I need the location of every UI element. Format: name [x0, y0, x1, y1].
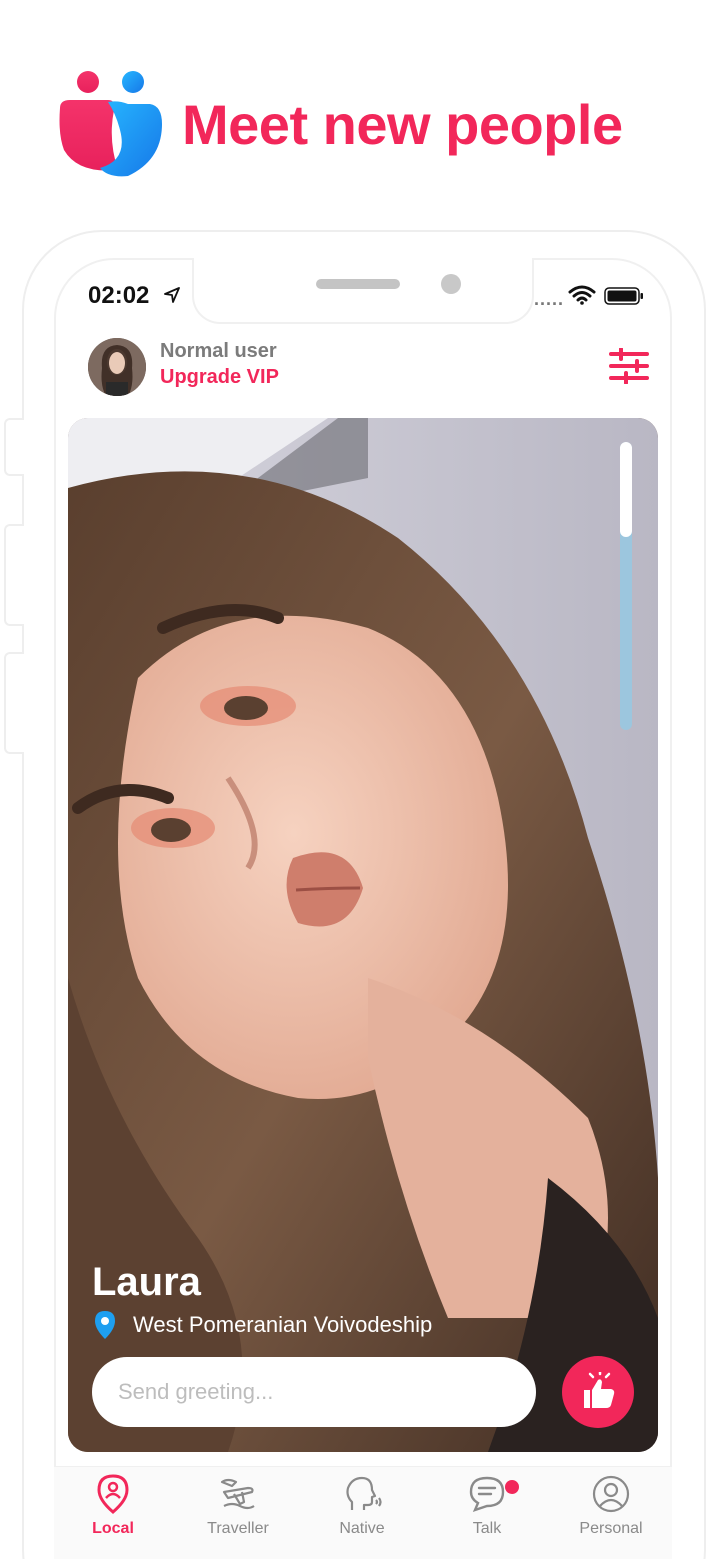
- tab-traveller[interactable]: Traveller: [188, 1474, 288, 1554]
- plane-icon: [220, 1478, 255, 1510]
- brand-logo-icon: [59, 71, 162, 177]
- profile-name: Laura: [92, 1260, 201, 1304]
- like-button[interactable]: [562, 1356, 634, 1428]
- tab-native[interactable]: Native: [312, 1474, 412, 1554]
- signal-strength: .....: [534, 289, 565, 309]
- phone-volume-up-button: [4, 524, 24, 626]
- membership-status: Normal user: [160, 340, 277, 362]
- wifi-icon: [568, 285, 596, 305]
- phone-volume-down-button: [4, 652, 24, 754]
- tab-local[interactable]: Local: [63, 1474, 163, 1554]
- talk-notification-badge: [505, 1480, 519, 1494]
- tab-label-personal: Personal: [579, 1520, 643, 1537]
- thumbs-up-icon: [584, 1372, 615, 1408]
- tab-talk[interactable]: Talk: [437, 1474, 537, 1554]
- upgrade-vip-link[interactable]: Upgrade VIP: [160, 366, 279, 389]
- location-pin-icon: [95, 1311, 115, 1339]
- battery-icon: [604, 287, 643, 305]
- tab-personal[interactable]: Personal: [561, 1474, 661, 1554]
- phone-camera: [441, 274, 461, 294]
- profile-location: West Pomeranian Voivodeship: [133, 1312, 433, 1337]
- phone-speaker: [316, 279, 400, 289]
- tab-label-traveller: Traveller: [207, 1520, 269, 1537]
- phone-notch: [192, 258, 534, 324]
- tab-label-native: Native: [339, 1520, 385, 1537]
- photo-progress-fill: [620, 442, 632, 537]
- location-arrow-icon: [164, 287, 180, 303]
- phone-side-button: [4, 418, 24, 476]
- filter-sliders-icon[interactable]: [608, 348, 650, 384]
- location-person-icon: [97, 1474, 129, 1514]
- tab-label-talk: Talk: [472, 1520, 502, 1537]
- chat-bubble-icon: [469, 1476, 505, 1512]
- person-circle-icon: [592, 1475, 630, 1513]
- head-speaking-icon: [346, 1476, 382, 1510]
- user-avatar[interactable]: [88, 338, 146, 396]
- promo-header: Meet new people: [0, 0, 720, 220]
- avatar-photo: [88, 338, 146, 396]
- send-greeting-input[interactable]: [92, 1357, 536, 1427]
- status-time: 02:02: [88, 282, 150, 309]
- promo-headline: Meet new people: [182, 93, 623, 156]
- tab-label-local: Local: [92, 1520, 134, 1537]
